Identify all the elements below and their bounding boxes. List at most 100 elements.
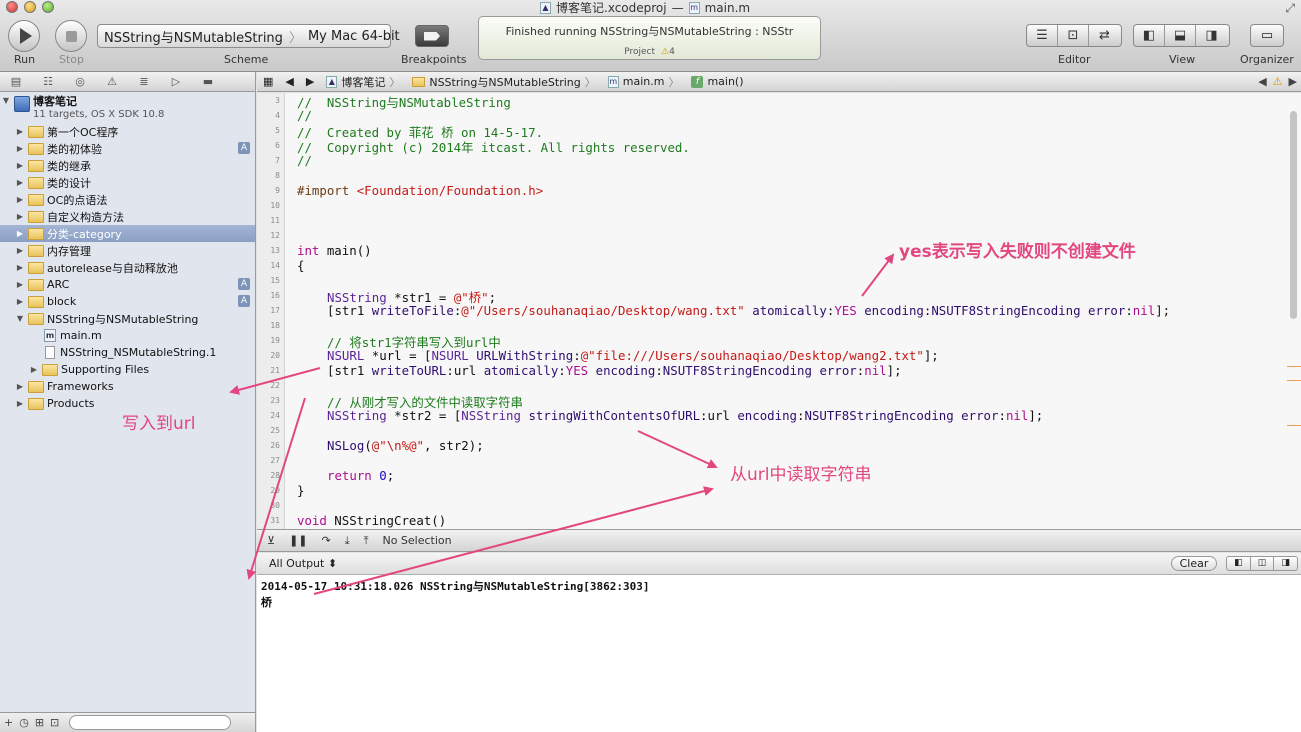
- version-editor-icon[interactable]: ⇄: [1089, 25, 1120, 46]
- disclosure-open-icon[interactable]: ▼: [14, 314, 26, 323]
- disclosure-closed-icon[interactable]: ▶: [14, 229, 26, 238]
- tree-item[interactable]: ▼ NSString与NSMutableString: [0, 310, 255, 327]
- console-only-icon[interactable]: ◨: [1274, 557, 1297, 570]
- project-navigator-tab-icon[interactable]: ▤: [0, 75, 32, 88]
- tree-item[interactable]: ▶ 类的初体验 A: [0, 140, 255, 157]
- next-issue-icon[interactable]: ▶: [1289, 75, 1297, 88]
- organizer-button[interactable]: ▭: [1250, 24, 1284, 47]
- hide-debug-area-icon[interactable]: ⊻: [267, 534, 275, 547]
- disclosure-closed-icon[interactable]: ▶: [14, 297, 26, 306]
- standard-editor-icon[interactable]: ☰: [1027, 25, 1058, 46]
- navigator-toggle-icon[interactable]: ◧: [1134, 25, 1165, 46]
- scheme-target[interactable]: NSString与NSMutableString: [98, 27, 289, 46]
- code-token: stringWithContentsOfURL: [528, 408, 701, 423]
- breadcrumb-function[interactable]: f main(): [685, 75, 749, 88]
- run-button[interactable]: [8, 20, 40, 52]
- pause-icon[interactable]: ❚❚: [289, 534, 307, 547]
- disclosure-closed-icon[interactable]: ▶: [14, 382, 26, 391]
- output-filter-select[interactable]: All Output ⬍: [269, 557, 337, 570]
- back-icon[interactable]: ◀: [279, 75, 299, 88]
- stop-button[interactable]: [55, 20, 87, 52]
- tree-item[interactable]: ▶ Frameworks: [0, 378, 255, 395]
- step-over-icon[interactable]: ↷: [322, 534, 331, 547]
- breadcrumb-project[interactable]: ▲ 博客笔记 〉: [320, 74, 406, 90]
- tree-item[interactable]: ▶ 类的继承: [0, 157, 255, 174]
- disclosure-open-icon[interactable]: ▼: [0, 96, 12, 105]
- previous-issue-icon[interactable]: ◀: [1258, 75, 1266, 88]
- window-close-button[interactable]: [6, 1, 18, 13]
- tree-item-selected[interactable]: ▶ 分类-category: [0, 225, 255, 242]
- search-navigator-tab-icon[interactable]: ◎: [64, 75, 96, 88]
- tree-item[interactable]: ▶ ARC A: [0, 276, 255, 293]
- code-token: ];: [886, 363, 902, 378]
- tree-item[interactable]: ▶ autorelease与自动释放池: [0, 259, 255, 276]
- disclosure-closed-icon[interactable]: ▶: [14, 127, 26, 136]
- utilities-toggle-icon[interactable]: ◨: [1196, 25, 1227, 46]
- tree-item[interactable]: ▶ 自定义构造方法: [0, 208, 255, 225]
- tree-item[interactable]: ▶ 第一个OC程序: [0, 123, 255, 140]
- symbol-navigator-tab-icon[interactable]: ☷: [32, 75, 64, 88]
- breadcrumb-folder[interactable]: NSString与NSMutableString 〉: [406, 74, 601, 90]
- tree-project-root[interactable]: ▼ 博客笔记 11 targets, OS X SDK 10.8: [0, 93, 255, 123]
- disclosure-closed-icon[interactable]: ▶: [14, 144, 26, 153]
- tree-item[interactable]: ▶ OC的点语法: [0, 191, 255, 208]
- step-into-icon[interactable]: ⤓: [345, 534, 350, 548]
- breadcrumb-file[interactable]: m main.m 〉: [602, 74, 686, 90]
- activity-project-row: Project ⚠4: [479, 47, 820, 57]
- step-out-icon[interactable]: ⤒: [364, 534, 369, 548]
- warning-indicator[interactable]: ⚠4: [661, 47, 675, 57]
- scheme-destination[interactable]: My Mac 64-bit: [302, 29, 406, 44]
- change-marker: [1287, 380, 1301, 381]
- related-items-icon[interactable]: ▦: [257, 75, 279, 88]
- tree-item[interactable]: ▶ block A: [0, 293, 255, 310]
- forward-icon[interactable]: ▶: [300, 75, 320, 88]
- jump-bar: ▦ ◀ ▶ ▲ 博客笔记 〉 NSString与NSMutableString …: [257, 72, 1301, 92]
- navigator-filter-input[interactable]: [69, 715, 232, 730]
- code-token: :: [655, 363, 663, 378]
- disclosure-closed-icon[interactable]: ▶: [14, 212, 26, 221]
- console-output[interactable]: 2014-05-17 10:31:18.026 NSString与NSMutab…: [257, 575, 1301, 732]
- tree-file-item[interactable]: m main.m: [0, 327, 255, 344]
- code-token: NSString: [327, 408, 387, 423]
- issue-navigator-tab-icon[interactable]: ⚠: [96, 75, 128, 88]
- disclosure-closed-icon[interactable]: ▶: [14, 195, 26, 204]
- variables-only-icon[interactable]: ◧: [1227, 557, 1251, 570]
- unsaved-filter-icon[interactable]: ⊡: [50, 716, 59, 729]
- disclosure-closed-icon[interactable]: ▶: [14, 399, 26, 408]
- fullscreen-icon[interactable]: ⤢: [1285, 1, 1295, 16]
- scm-filter-icon[interactable]: ⊞: [35, 716, 44, 729]
- disclosure-closed-icon[interactable]: ▶: [14, 246, 26, 255]
- editor-scrollbar[interactable]: [1290, 111, 1297, 319]
- disclosure-closed-icon[interactable]: ▶: [14, 263, 26, 272]
- tree-item[interactable]: ▶ 类的设计: [0, 174, 255, 191]
- tree-item[interactable]: ▶ Supporting Files: [0, 361, 255, 378]
- breakpoints-button[interactable]: [415, 25, 449, 47]
- code-token: :: [797, 408, 805, 423]
- console-line: 桥: [261, 596, 272, 609]
- disclosure-closed-icon[interactable]: ▶: [14, 161, 26, 170]
- add-icon[interactable]: +: [4, 716, 13, 729]
- recent-files-icon[interactable]: ◷: [19, 716, 29, 729]
- code-token: nil: [864, 363, 887, 378]
- disclosure-closed-icon[interactable]: ▶: [28, 365, 40, 374]
- code-token: atomically: [752, 303, 827, 318]
- window-zoom-button[interactable]: [42, 1, 54, 13]
- disclosure-closed-icon[interactable]: ▶: [14, 178, 26, 187]
- code-line: [str1 writeToURL:url atomically:YES enco…: [327, 363, 902, 378]
- line-number: 4: [275, 111, 280, 120]
- clear-console-button[interactable]: Clear: [1171, 556, 1217, 571]
- folder-icon: [28, 227, 44, 240]
- split-view-icon[interactable]: ◫: [1251, 557, 1275, 570]
- debug-navigator-tab-icon[interactable]: ≣: [128, 75, 160, 88]
- tree-item[interactable]: ▶ 内存管理: [0, 242, 255, 259]
- tree-file-item[interactable]: NSString_NSMutableString.1: [0, 344, 255, 361]
- window-minimize-button[interactable]: [24, 1, 36, 13]
- warning-icon[interactable]: ⚠: [1273, 75, 1283, 88]
- scheme-selector[interactable]: NSString与NSMutableString 〉 My Mac 64-bit: [97, 24, 400, 48]
- debug-area-toggle-icon[interactable]: ⬓: [1165, 25, 1196, 46]
- line-number-gutter[interactable]: 3 4 5 6 7 8 9 10 11 12 13 14 15 16 17 18…: [257, 93, 285, 529]
- assistant-editor-icon[interactable]: ⊡: [1058, 25, 1089, 46]
- breakpoint-navigator-tab-icon[interactable]: ▷: [160, 75, 192, 88]
- disclosure-closed-icon[interactable]: ▶: [14, 280, 26, 289]
- log-navigator-tab-icon[interactable]: ▬: [192, 75, 224, 88]
